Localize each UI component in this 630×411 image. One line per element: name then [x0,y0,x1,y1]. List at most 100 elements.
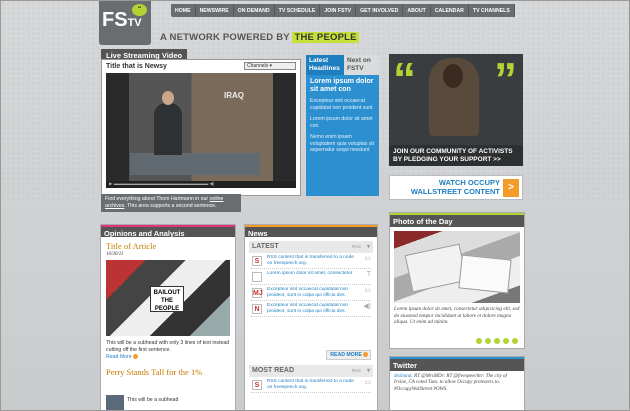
headline-item[interactable]: Nemo enim ipsam voluptatem quia voluptas… [310,134,375,154]
article-image[interactable]: BAILOUT THE PEOPLE [106,260,230,336]
channels-select-label: Channels [247,63,269,69]
tab-next-on-fstv[interactable]: Next on FSTV [344,55,379,75]
most-read-header[interactable]: MOST READ RSS ▾ [249,365,373,377]
source-icon: S [252,256,262,266]
carousel-dot[interactable] [512,338,518,344]
article-date: 10/30/11 [106,252,124,257]
source-icon: N [252,304,262,314]
video-note: Find everything about Thom Hartmann in o… [101,194,241,212]
photo-caption: Lorem ipsum dolor sit amet, consectetur … [394,306,520,325]
tagline-text: A NETWORK POWERED BY [160,32,290,43]
twitter-title: Twitter [390,357,524,371]
photo-of-the-day-image[interactable] [394,231,520,303]
fstv-logo[interactable]: FSTV “ [99,1,151,45]
nav-tv-channels[interactable]: TV CHANNELS [469,4,515,17]
anchor-head [162,91,174,105]
audio-icon: ◀) [363,303,371,310]
headlines-list: Lorem ipsum dolor sit amet con Excepteur… [306,75,379,196]
nav-tv-schedule[interactable]: TV SCHEDULE [275,4,321,17]
video-screen[interactable]: IRAQ [106,73,296,181]
chevron-down-icon[interactable]: ▾ [367,243,370,250]
source-icon [252,272,262,282]
photo-of-the-day-panel: Photo of the Day Lorem ipsum dolor sit a… [389,212,525,349]
main-nav: HOME NEWSWIRE ON DEMAND TV SCHEDULE JOIN… [171,4,515,17]
text-icon: T [366,271,371,278]
news-item-text: Lorem ipsum dolor sit amet, consectetur [267,271,353,276]
logo-tv-text: TV [127,17,142,29]
rss-label[interactable]: RSS [352,244,361,249]
video-player: Title that is Newsy Channels ▾ IRAQ ▶ ▬▬… [101,59,301,196]
quote-bubble-icon: “ [132,4,147,16]
activist-face [443,64,463,88]
rss-label[interactable]: RSS [352,368,361,373]
article2-subhead: This will be a subhead [127,397,179,403]
news-item-text: RSS content that is transferred to a nod… [267,255,354,266]
chevron-down-icon[interactable]: ▾ [367,367,370,374]
logo-text: FS [102,9,128,31]
video-icon: ▭ [364,255,371,262]
article-subhead: This will be a subhead with only 3 lines… [106,340,230,353]
video-note-suffix: . This area supports a second sentence. [124,202,217,209]
headline-lead[interactable]: Lorem ipsum dolor sit amet con [310,78,375,94]
nav-newswire[interactable]: NEWSWIRE [196,4,234,17]
video-icon: ▭ [364,379,371,386]
tweet: dtsiband: RT @MrsMDr: RT @freespeechtv: … [394,374,520,393]
news-item[interactable]: MJ Excepteur sint occaecat cupidatat non… [251,285,371,301]
video-title: Title that is Newsy [106,63,167,70]
carousel-dot[interactable] [485,338,491,344]
nav-calendar[interactable]: CALENDAR [431,4,469,17]
join-community-promo[interactable]: “ ” JOIN OUR COMMUNITY OF ACTIVISTS BY P… [389,54,523,166]
tagline: A NETWORK POWERED BY THE PEOPLE [160,32,359,43]
opinions-panel: Opinions and Analysis Title of Article 1… [100,224,236,410]
source-icon: S [252,380,262,390]
watch-occupy-button[interactable]: WATCH OCCUPY WALLSTREET CONTENT > [389,175,523,200]
video-note-text: Find everything about Thom Hartmann in o… [105,196,210,202]
news-panel: News LATEST RSS ▾ S RSS content that is … [244,224,378,410]
news-item[interactable]: N Excepteur sint occaecat cupidatat non … [251,301,371,317]
photo-of-the-day-title: Photo of the Day [390,213,524,227]
occupy-text: WATCH OCCUPY WALLSTREET CONTENT [410,178,500,196]
most-read-section: MOST READ RSS ▾ S RSS content that is tr… [249,365,373,393]
news-read-more-label: READ MORE [330,352,362,358]
screen-graphic-text: IRAQ [224,91,244,100]
article2-thumbnail[interactable] [106,395,124,410]
read-more-link[interactable]: Read More [106,354,230,360]
news-read-more-button[interactable]: READ MORE [326,350,371,360]
news-item[interactable]: S RSS content that is transferred to a n… [251,253,371,269]
headline-item[interactable]: Lorem ipsum dolor sit amet con [310,116,375,129]
headline-item[interactable]: Excepteur sint occaecat cupidatat non pr… [310,98,375,111]
nav-join-fstv[interactable]: JOIN FSTV [320,4,357,17]
news-title: News [245,225,377,238]
carousel-dots [476,338,518,344]
twitter-panel: Twitter dtsiband: RT @MrsMDr: RT @freesp… [389,356,525,410]
latest-section-header[interactable]: LATEST RSS ▾ [249,241,373,253]
most-read-label: MOST READ [252,367,294,374]
news-item-text: Excepteur sint occaecat cupidatat non pr… [267,287,349,298]
video-controls[interactable]: ▶ ▬▬▬▬▬▬▬▬▬▬▬▬▬▬▬▬▬▬▬▬▬ ◀) [106,181,296,188]
arrow-circle-icon [363,352,368,357]
nav-home[interactable]: HOME [171,4,196,17]
news-item[interactable]: S RSS content that is transferred to a n… [251,377,371,393]
latest-label: LATEST [252,243,279,250]
arrow-right-icon: > [503,179,519,197]
anchor-figure [154,103,182,155]
nav-get-involved[interactable]: GET INVOLVED [356,4,404,17]
carousel-dot[interactable] [494,338,500,344]
headline-tabs: Latest Headlines Next on FSTV [306,55,379,75]
news-desk [130,153,260,175]
tweet-user-link[interactable]: dtsiband: [394,374,413,379]
nav-about[interactable]: ABOUT [403,4,431,17]
promo-text: JOIN OUR COMMUNITY OF ACTIVISTS BY PLEDG… [389,145,523,166]
nav-on-demand[interactable]: ON DEMAND [234,4,275,17]
channels-select[interactable]: Channels ▾ [244,62,296,70]
article2-title-link[interactable]: Perry Stands Tall for the 1% [106,367,230,377]
article-title-link[interactable]: Title of Article [106,241,230,251]
tab-latest-headlines[interactable]: Latest Headlines [306,55,344,75]
carousel-dot[interactable] [476,338,482,344]
arrow-circle-icon [133,354,139,360]
protest-sign: BAILOUT THE PEOPLE [150,286,184,312]
newspaper-shape [458,254,512,294]
news-item[interactable]: Lorem ipsum dolor sit amet, consectetur … [251,269,371,285]
document-icon: ▭ [364,287,371,294]
carousel-dot[interactable] [503,338,509,344]
